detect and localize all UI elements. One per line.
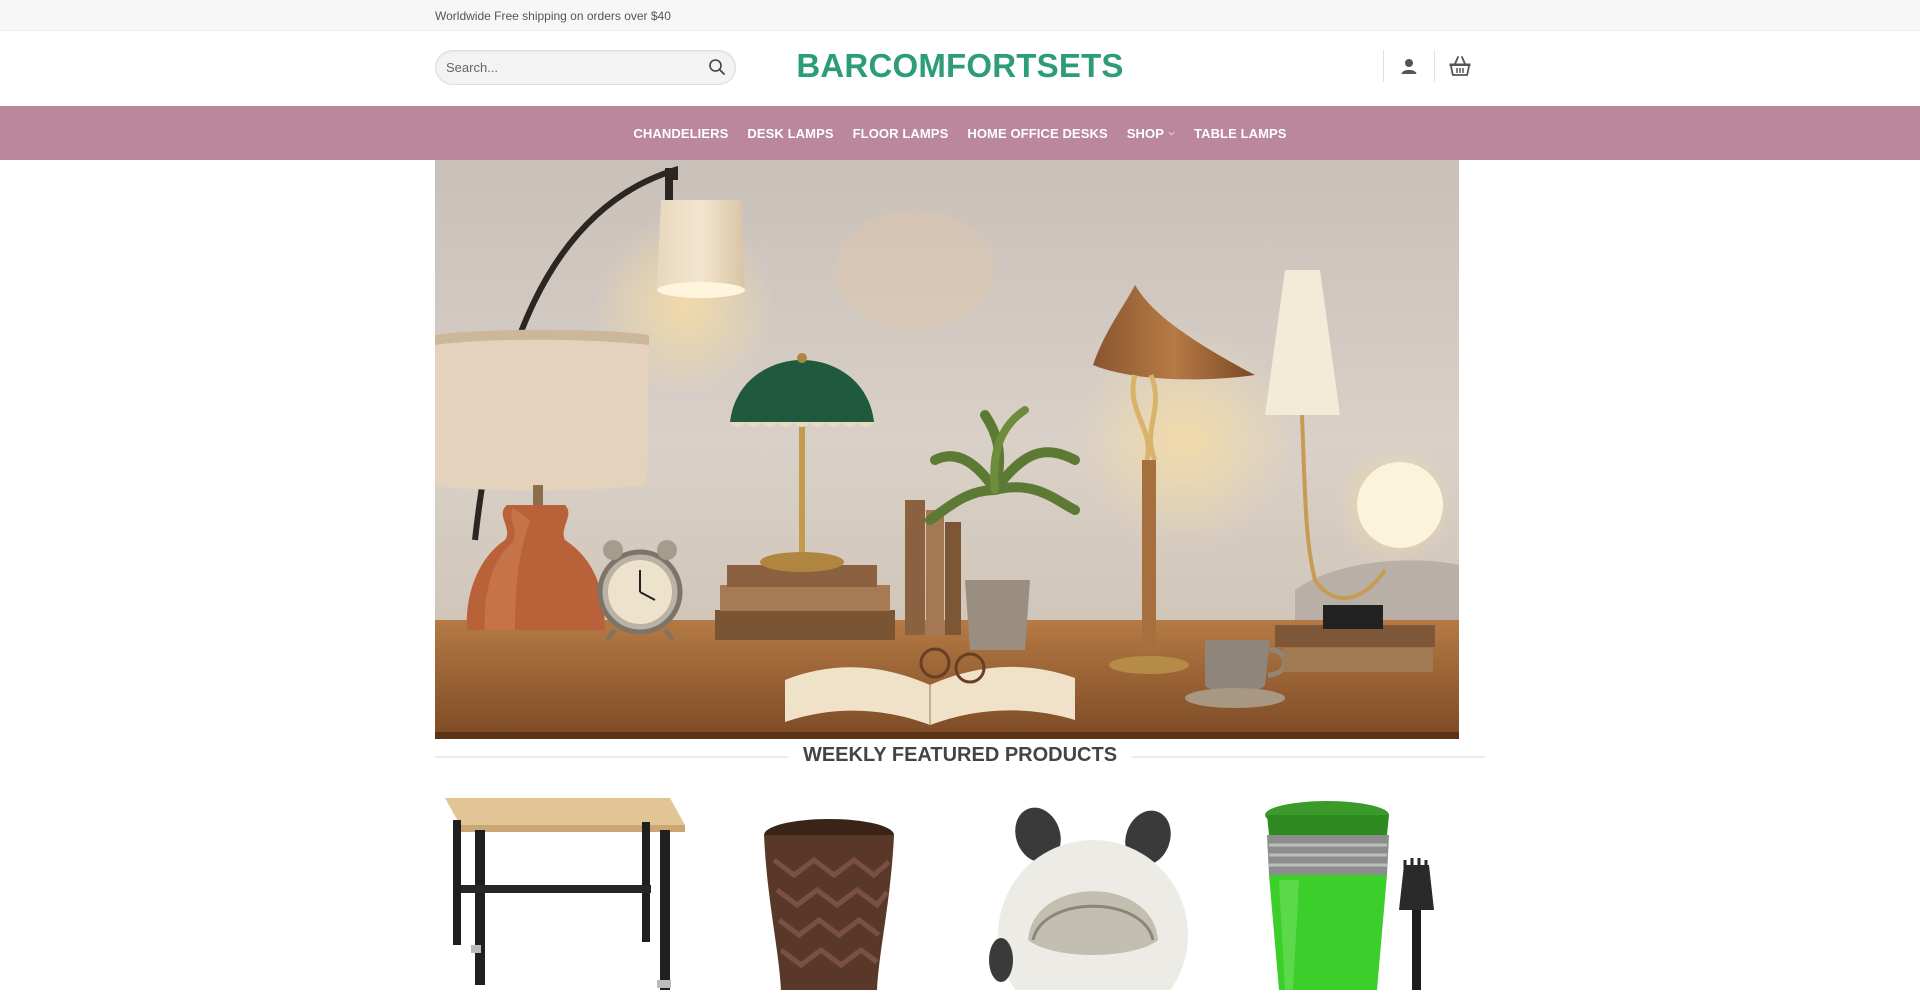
featured-title: WEEKLY FEATURED PRODUCTS <box>435 744 1485 767</box>
search-form <box>435 50 736 85</box>
header-actions <box>1383 49 1485 83</box>
product-card-workbench[interactable] <box>435 790 695 990</box>
nav-item-shop[interactable]: SHOP <box>1117 106 1184 160</box>
product-card-green-tumbler[interactable] <box>1227 790 1487 990</box>
nav-label: TABLE LAMPS <box>1194 125 1287 141</box>
product-grid <box>435 790 1485 990</box>
nav-item-table-lamps[interactable]: TABLE LAMPS <box>1185 106 1297 160</box>
account-button[interactable] <box>1384 49 1434 83</box>
top-bar: Worldwide Free shipping on orders over $… <box>0 0 1920 31</box>
nav-item-chandeliers[interactable]: CHANDELIERS <box>624 106 738 160</box>
search-button[interactable] <box>707 58 727 78</box>
cart-icon <box>1449 56 1471 76</box>
site-header: BARCOMFORTSETS <box>0 31 1920 106</box>
nav-item-floor-lamps[interactable]: FLOOR LAMPS <box>843 106 958 160</box>
product-card-woven-vase[interactable] <box>699 790 959 990</box>
product-image <box>764 819 894 990</box>
product-image <box>1265 801 1434 990</box>
chevron-down-icon <box>1168 131 1175 135</box>
shipping-notice: Worldwide Free shipping on orders over $… <box>435 8 671 23</box>
nav-label: SHOP <box>1126 125 1164 141</box>
search-input[interactable] <box>446 51 696 84</box>
nav-label: CHANDELIERS <box>633 125 729 141</box>
cart-button[interactable] <box>1435 49 1485 83</box>
nav-item-desk-lamps[interactable]: DESK LAMPS <box>738 106 843 160</box>
product-image <box>989 807 1188 990</box>
nav-label: FLOOR LAMPS <box>852 125 949 141</box>
product-image <box>445 798 685 990</box>
nav-item-home-office-desks[interactable]: HOME OFFICE DESKS <box>958 106 1117 160</box>
nav-label: DESK LAMPS <box>747 125 834 141</box>
featured-section-header: WEEKLY FEATURED PRODUCTS <box>435 739 1485 771</box>
hero-banner <box>435 160 1459 739</box>
main-nav: CHANDELIERS DESK LAMPS FLOOR LAMPS HOME … <box>0 106 1920 160</box>
search-icon <box>709 59 725 75</box>
product-card-panda-ashtray[interactable] <box>963 790 1223 990</box>
user-icon <box>1401 59 1417 74</box>
nav-label: HOME OFFICE DESKS <box>967 125 1108 141</box>
logo-link[interactable]: BARCOMFORTSETS <box>796 47 1123 84</box>
hero-image <box>435 160 1459 739</box>
featured-title-text: WEEKLY FEATURED PRODUCTS <box>787 744 1133 766</box>
